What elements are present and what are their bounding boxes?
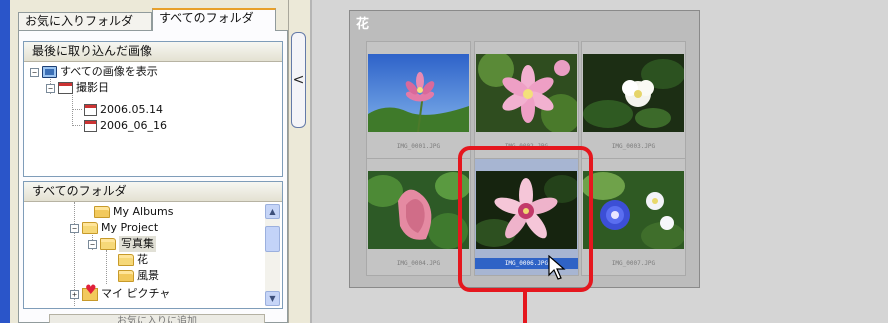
tab-strip: お気に入りフォルダ すべてのフォルダ [18,8,288,31]
tree-item-label: My Project [101,221,159,234]
tree-item-label: 写真集 [119,236,156,252]
monitor-icon [42,66,57,78]
scroll-up-icon[interactable]: ▲ [265,204,280,219]
scroll-down-icon[interactable]: ▼ [265,291,280,306]
collapse-toggle-icon[interactable]: − [46,83,55,93]
tree-item-landscape[interactable]: 風景 [118,268,159,284]
tree-item-label: すべての画像を表示 [60,65,158,78]
tree-item-flower[interactable]: 花 [118,252,148,268]
open-folder-icon [118,254,134,266]
chevron-left-icon: < [292,72,305,88]
thumbnail-image [583,171,684,249]
all-folders-section: すべてのフォルダ My Albums − My Project − 写真集 花 … [23,181,283,309]
scrollbar-thumb[interactable] [265,226,280,252]
tree-item-label: 2006.05.14 [100,103,163,116]
tree-item-label: 2006_06_16 [100,119,167,132]
thumbnail-image [368,54,469,132]
thumbnail-item[interactable]: IMG_0001.JPG [366,41,471,159]
add-to-favorites-button[interactable]: お気に入りに追加 [49,314,265,323]
callout-pointer-line [523,292,527,323]
tree-item-photo-collection[interactable]: − 写真集 [88,236,156,252]
tree-item-label: 花 [137,253,148,266]
tree-item-my-project[interactable]: − My Project [70,220,158,236]
thumbnail-view: 花 IMG_0001.JPG IMG_0002.JPG IMG_0003.JPG… [310,0,888,323]
calendar-icon [84,104,97,116]
thumbnail-caption: IMG_0001.JPG [396,143,441,150]
thumbnail-item[interactable]: IMG_0007.JPG [581,158,686,276]
tree-item-my-albums[interactable]: My Albums [94,204,173,220]
mouse-cursor-icon [548,255,566,280]
calendar-icon [84,120,97,132]
thumbnail-image [583,54,684,132]
tab-body: 最後に取り込んだ画像 − すべての画像を表示 − 撮影日 2006.05.14 … [18,30,288,323]
tree-item-date-2006-06-16[interactable]: 2006_06_16 [84,118,167,134]
album-title: 花 [356,17,370,32]
thumbnail-caption: IMG_0007.JPG [611,260,656,267]
folder-icon [94,206,110,218]
tree-item-label: My Albums [113,205,174,218]
pictures-folder-icon [82,283,98,301]
open-folder-icon [100,238,116,250]
recent-import-section: 最後に取り込んだ画像 − すべての画像を表示 − 撮影日 2006.05.14 … [23,41,283,177]
callout-highlight-frame [458,146,593,292]
tree-item-shooting-date[interactable]: − 撮影日 [46,80,109,96]
tree-item-label: 撮影日 [76,81,109,94]
folder-scrollbar[interactable]: ▲ ▼ [265,204,280,306]
tree-item-show-all[interactable]: − すべての画像を表示 [30,64,158,80]
thumbnail-caption: IMG_0003.JPG [611,143,656,150]
panel-splitter[interactable]: < [288,0,310,323]
folder-panel: お気に入りフォルダ すべてのフォルダ 最後に取り込んだ画像 − すべての画像を表… [0,0,288,323]
expand-toggle-icon[interactable]: + [70,289,79,299]
thumbnail-caption: IMG_0004.JPG [396,260,441,267]
tree-item-label: マイ ピクチャ [101,287,171,300]
recent-import-header: 最後に取り込んだ画像 [24,42,282,62]
collapse-toggle-icon[interactable]: − [70,223,79,233]
tab-all-folders[interactable]: すべてのフォルダ [152,8,276,31]
tree-item-date-2006-05-14[interactable]: 2006.05.14 [84,102,163,118]
thumbnail-image [476,54,577,132]
thumbnail-item[interactable]: IMG_0004.JPG [366,158,471,276]
folder-icon [118,270,134,282]
all-folders-header: すべてのフォルダ [24,182,282,202]
tab-favorite-folders[interactable]: お気に入りフォルダ [18,12,152,30]
collapse-panel-button[interactable]: < [291,32,306,128]
collapse-toggle-icon[interactable]: − [30,67,39,77]
tree-item-label: 風景 [137,269,159,282]
collapse-toggle-icon[interactable]: − [88,239,97,249]
open-folder-icon [82,222,98,234]
thumbnail-image [368,171,469,249]
calendar-stack-icon [58,82,73,94]
tree-item-my-pictures[interactable]: + マイ ピクチャ [70,283,171,302]
thumbnail-item[interactable]: IMG_0003.JPG [581,41,686,159]
thumbnail-item[interactable]: IMG_0002.JPG [474,41,579,159]
